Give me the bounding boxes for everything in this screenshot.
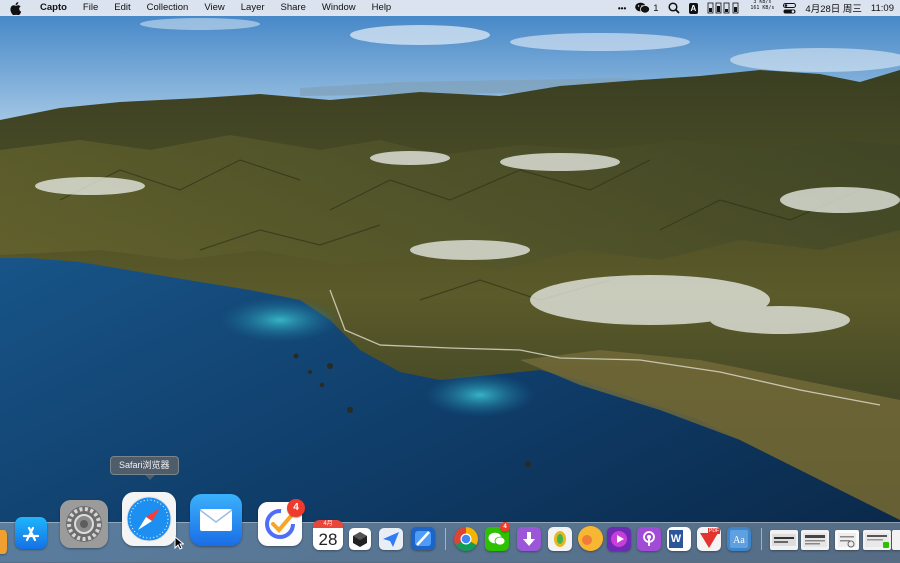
app-store-icon[interactable] [15,517,47,549]
cube-app-icon[interactable] [349,528,371,550]
desktop-wallpaper [0,0,900,562]
menu-file[interactable]: File [75,0,106,16]
minimized-window-5[interactable] [892,530,900,550]
dock-divider-2 [761,528,762,550]
leaf-app-icon[interactable] [548,527,572,551]
pdf-expert-icon[interactable]: PDF [697,527,721,551]
pdf-label: PDF [708,528,720,534]
ticktick-badge: 4 [287,499,305,517]
media-player-icon[interactable] [607,527,631,551]
podcasts-icon[interactable] [637,527,661,551]
network-speed[interactable]: 3 KB/s 161 KB/s [750,0,774,16]
safari-icon[interactable] [122,492,176,546]
wechat-unread-count: 1 [653,2,659,14]
chrome-icon[interactable] [454,527,478,551]
input-method-indicator[interactable]: A [688,0,699,16]
menu-share[interactable]: Share [273,0,314,16]
partial-app-icon[interactable] [0,530,7,554]
wechat-status[interactable]: 1 [635,0,659,16]
word-icon[interactable]: W [667,527,691,551]
menu-help[interactable]: Help [364,0,400,16]
mouse-cursor-icon [174,536,184,550]
menu-app-name[interactable]: Capto [36,0,75,16]
net-download-speed: 161 KB/s [750,4,775,11]
dictionary-icon[interactable]: Aa [727,527,751,551]
calendar-icon[interactable]: 4月 28 [313,520,343,550]
minimized-window-3[interactable] [835,530,859,550]
system-monitor-icon[interactable] [707,0,741,16]
more-status-icon[interactable]: ••• [618,0,626,16]
minimized-window-4[interactable] [863,530,891,550]
svg-text:Aa: Aa [733,535,745,546]
menu-bar: Capto File Edit Collection View Layer Sh… [0,0,900,16]
word-icon-label: W [669,530,683,548]
apple-menu-icon[interactable] [10,1,24,15]
menubar-time[interactable]: 11:09 [871,0,894,16]
menu-layer[interactable]: Layer [233,0,273,16]
minimized-window-1[interactable] [770,530,798,550]
menu-collection[interactable]: Collection [139,0,197,16]
input-method-label: A [688,2,699,14]
dock-tooltip: Safari浏览器 [110,456,179,480]
wechat-status-icon [635,2,651,14]
menu-left: Capto File Edit Collection View Layer Sh… [10,0,399,16]
system-preferences-icon[interactable] [60,500,108,548]
dock-divider [445,528,446,550]
control-center-icon[interactable] [783,0,797,16]
menu-edit[interactable]: Edit [106,0,138,16]
wechat-badge: 4 [500,522,510,532]
menu-status-area: ••• 1 A 3 KB/s 161 KB/s 4月28日 周三 11:09 [618,0,894,16]
mail-icon[interactable] [190,494,242,546]
menu-window[interactable]: Window [314,0,364,16]
search-status-icon[interactable] [667,0,680,16]
menubar-date[interactable]: 4月28日 周三 [805,0,862,16]
game-center-app-icon[interactable] [578,526,603,551]
calendar-day: 28 [313,528,343,550]
menu-view[interactable]: View [196,0,232,16]
downloader-icon[interactable] [517,527,541,551]
xcode-icon[interactable] [411,527,435,550]
paper-plane-app-icon[interactable] [379,528,403,550]
minimized-window-2[interactable] [801,530,829,550]
